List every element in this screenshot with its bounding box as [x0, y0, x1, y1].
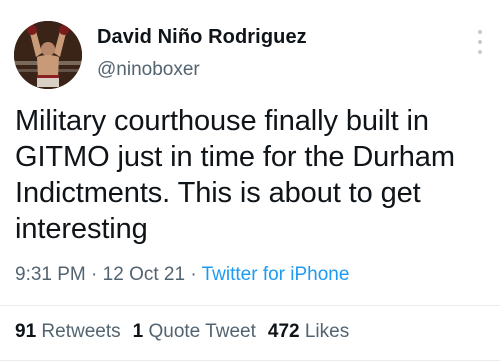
- boxer-photo-icon: [14, 21, 82, 89]
- meta-separator: ·: [190, 264, 197, 285]
- divider: [0, 305, 500, 306]
- retweets-count: 91: [15, 321, 37, 342]
- engagement-stats: 91 Retweets 1 Quote Tweet 472 Likes: [15, 321, 349, 343]
- tweet-meta: 9:31 PM · 12 Oct 21 · Twitter for iPhone: [15, 264, 349, 286]
- quotes-stat[interactable]: 1 Quote Tweet: [133, 321, 256, 342]
- more-dot: [478, 50, 482, 54]
- author-handle[interactable]: @ninoboxer: [97, 59, 200, 81]
- retweets-label: Retweets: [41, 321, 121, 342]
- retweets-stat[interactable]: 91 Retweets: [15, 321, 121, 342]
- tweet-text: Military courthouse finally built in GIT…: [15, 105, 463, 245]
- quotes-label: Quote Tweet: [148, 321, 256, 342]
- more-dot: [478, 40, 482, 44]
- more-options-icon[interactable]: [474, 30, 486, 54]
- tweet-date[interactable]: 12 Oct 21: [103, 264, 185, 285]
- avatar[interactable]: [14, 21, 82, 89]
- tweet-source-link[interactable]: Twitter for iPhone: [202, 264, 350, 285]
- more-dot: [478, 30, 482, 34]
- likes-label: Likes: [304, 321, 350, 342]
- tweet-time[interactable]: 9:31 PM: [15, 264, 86, 285]
- meta-separator: ·: [91, 264, 98, 285]
- likes-count: 472: [267, 321, 300, 342]
- likes-stat[interactable]: 472 Likes: [268, 321, 349, 342]
- tweet-card: David Niño Rodriguez @ninoboxer Military…: [0, 0, 500, 361]
- quotes-count: 1: [132, 321, 144, 342]
- author-display-name[interactable]: David Niño Rodriguez: [97, 26, 307, 49]
